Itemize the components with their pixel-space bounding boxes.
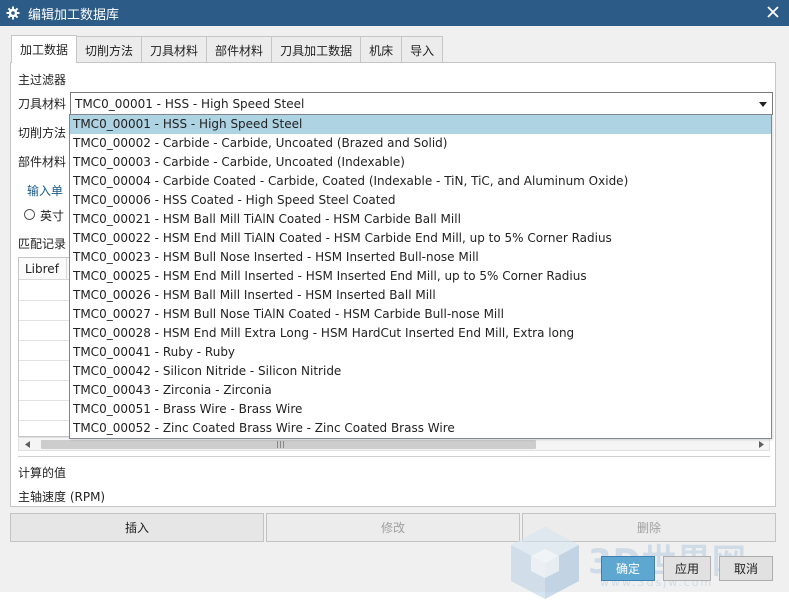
tab-cut-method[interactable]: 切削方法 <box>76 36 143 63</box>
scrollbar-grip <box>277 441 285 448</box>
tab-import[interactable]: 导入 <box>401 36 444 63</box>
table-row <box>19 340 69 341</box>
computed-values-heading: 计算的值 <box>18 466 67 480</box>
table-row <box>19 360 69 361</box>
scroll-left-icon[interactable] <box>22 439 32 450</box>
input-units-heading[interactable]: 输入单 <box>27 182 63 199</box>
dropdown-option[interactable]: TMC0_00051 - Brass Wire - Brass Wire <box>70 400 771 419</box>
cancel-button[interactable]: 取消 <box>719 556 773 581</box>
title-bar: 编辑加工数据库 <box>0 0 789 26</box>
part-material-label: 部件材料 <box>18 155 67 169</box>
dropdown-option[interactable]: TMC0_00003 - Carbide - Carbide, Uncoated… <box>70 153 771 172</box>
tool-material-dropdown-list[interactable]: TMC0_00001 - HSS - High Speed Steel TMC0… <box>69 114 772 439</box>
tab-strip: 加工数据 切削方法 刀具材料 部件材料 刀具加工数据 机床 导入 <box>11 35 444 63</box>
chevron-down-icon[interactable] <box>758 99 768 109</box>
insert-button[interactable]: 插入 <box>10 513 264 542</box>
gear-icon <box>0 0 26 26</box>
tab-tool-material[interactable]: 刀具材料 <box>141 36 208 63</box>
dropdown-option[interactable]: TMC0_00006 - HSS Coated - High Speed Ste… <box>70 191 771 210</box>
cut-method-label: 切削方法 <box>18 126 67 140</box>
tool-material-label: 刀具材料 <box>18 97 67 111</box>
horizontal-scrollbar[interactable] <box>18 437 770 451</box>
matching-records-heading: 匹配记录 <box>18 237 67 251</box>
dropdown-option[interactable]: TMC0_00023 - HSM Bull Nose Inserted - HS… <box>70 248 771 267</box>
tab-machine[interactable]: 机床 <box>360 36 403 63</box>
tool-material-combo[interactable]: TMC0_00001 - HSS - High Speed Steel <box>70 92 773 115</box>
scroll-right-icon[interactable] <box>756 439 766 450</box>
table-row <box>19 380 69 381</box>
apply-button[interactable]: 应用 <box>663 556 711 581</box>
dropdown-option[interactable]: TMC0_00042 - Silicon Nitride - Silicon N… <box>70 362 771 381</box>
dropdown-option[interactable]: TMC0_00043 - Zirconia - Zirconia <box>70 381 771 400</box>
watermark-logo <box>511 527 579 599</box>
spindle-speed-label: 主轴速度 (RPM) <box>18 490 106 504</box>
dropdown-option[interactable]: TMC0_00028 - HSM End Mill Extra Long - H… <box>70 324 771 343</box>
dropdown-option[interactable]: TMC0_00026 - HSM Ball Mill Inserted - HS… <box>70 286 771 305</box>
column-header-libref[interactable]: Libref <box>19 258 67 280</box>
close-icon[interactable] <box>763 2 783 22</box>
dropdown-option[interactable]: TMC0_00001 - HSS - High Speed Steel <box>70 115 771 134</box>
dropdown-option[interactable]: TMC0_00021 - HSM Ball Mill TiAlN Coated … <box>70 210 771 229</box>
tab-machining-data[interactable]: 加工数据 <box>11 35 78 63</box>
tool-material-value: TMC0_00001 - HSS - High Speed Steel <box>75 96 305 111</box>
section-divider <box>18 456 770 457</box>
dropdown-option[interactable]: TMC0_00027 - HSM Bull Nose TiAlN Coated … <box>70 305 771 324</box>
dropdown-option[interactable]: TMC0_00004 - Carbide Coated - Carbide, C… <box>70 172 771 191</box>
dropdown-option[interactable]: TMC0_00022 - HSM End Mill TiAlN Coated -… <box>70 229 771 248</box>
radio-inch[interactable] <box>24 209 35 220</box>
table-row <box>19 400 69 401</box>
table-row <box>19 320 69 321</box>
ok-button[interactable]: 确定 <box>601 556 655 581</box>
tab-tool-machining-data[interactable]: 刀具加工数据 <box>271 36 362 63</box>
tab-part-material[interactable]: 部件材料 <box>206 36 273 63</box>
dropdown-option[interactable]: TMC0_00041 - Ruby - Ruby <box>70 343 771 362</box>
table-row <box>19 300 69 301</box>
dropdown-option[interactable]: TMC0_00002 - Carbide - Carbide, Uncoated… <box>70 134 771 153</box>
modify-button[interactable]: 修改 <box>266 513 520 542</box>
scrollbar-thumb[interactable] <box>41 440 536 449</box>
dropdown-option[interactable]: TMC0_00025 - HSM End Mill Inserted - HSM… <box>70 267 771 286</box>
dropdown-option[interactable]: TMC0_00052 - Zinc Coated Brass Wire - Zi… <box>70 419 771 438</box>
main-filter-heading: 主过滤器 <box>18 73 67 87</box>
table-row <box>19 420 69 421</box>
radio-inch-label: 英寸 <box>40 209 65 223</box>
window-title: 编辑加工数据库 <box>28 7 120 23</box>
